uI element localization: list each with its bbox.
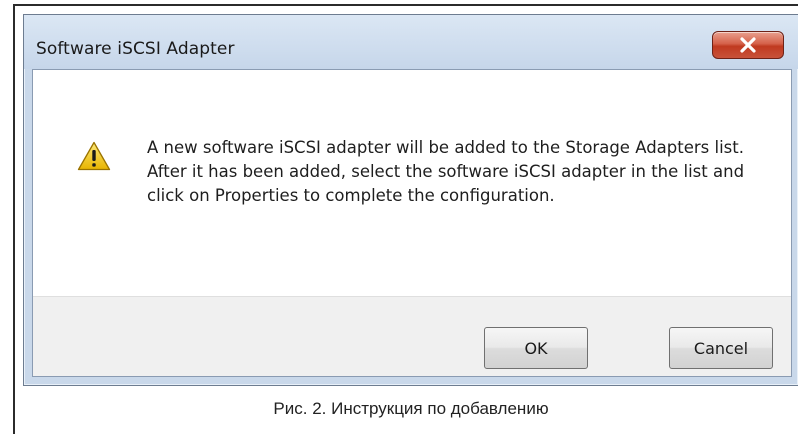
message-text: A new software iSCSI adapter will be add…	[147, 138, 745, 205]
title-bar[interactable]: Software iSCSI Adapter	[24, 15, 798, 69]
dialog-body: A new software iSCSI adapter will be add…	[32, 69, 792, 377]
button-bar: OK Cancel	[33, 296, 791, 376]
dialog-title: Software iSCSI Adapter	[36, 39, 235, 59]
warning-icon	[77, 141, 111, 171]
figure-caption: Рис. 2. Инструкция по добавлению	[273, 399, 549, 418]
cancel-button[interactable]: Cancel	[669, 327, 773, 369]
close-icon	[740, 37, 756, 53]
dialog-window: Software iSCSI Adapter A new software iS…	[23, 14, 798, 386]
ok-button[interactable]: OK	[484, 327, 588, 369]
close-button[interactable]	[712, 31, 784, 59]
message-area: A new software iSCSI adapter will be add…	[33, 70, 791, 296]
figure: Software iSCSI Adapter A new software iS…	[0, 0, 798, 434]
